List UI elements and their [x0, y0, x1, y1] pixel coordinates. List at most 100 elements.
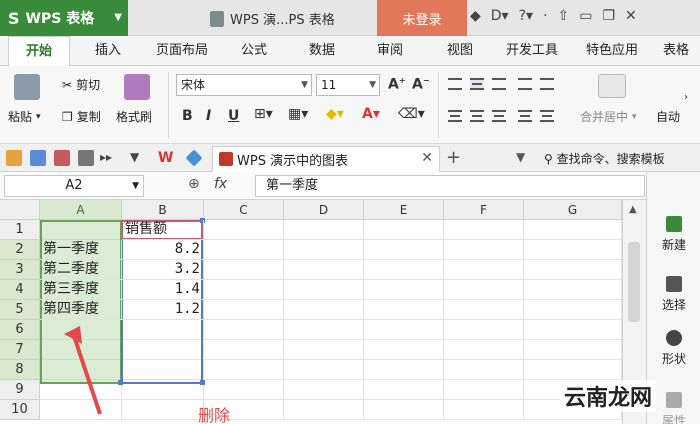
- grid-cell[interactable]: [284, 260, 364, 280]
- column-header[interactable]: D: [284, 200, 364, 220]
- grid-cell[interactable]: [444, 340, 524, 360]
- align-left-icon[interactable]: [448, 110, 462, 122]
- formula-input[interactable]: 第一季度: [255, 175, 645, 197]
- tab-formula[interactable]: 公式: [228, 36, 280, 66]
- wps-w-icon[interactable]: W: [158, 150, 174, 166]
- cell-a5[interactable]: 第四季度: [40, 300, 122, 320]
- grid-cell[interactable]: [284, 300, 364, 320]
- column-header[interactable]: F: [444, 200, 524, 220]
- grid-cell[interactable]: [524, 260, 622, 280]
- skin-icon[interactable]: ◆: [470, 8, 481, 24]
- cell-b1[interactable]: 销售额: [122, 220, 204, 240]
- row-header[interactable]: 6: [0, 320, 40, 340]
- new-tab-icon[interactable]: +: [446, 147, 461, 168]
- tab-menu-icon[interactable]: ▼: [516, 150, 525, 164]
- align-right-icon[interactable]: [492, 110, 506, 122]
- row-header[interactable]: 5: [0, 300, 40, 320]
- cell-b5[interactable]: 1.2: [122, 300, 204, 320]
- side-select-button[interactable]: 选择: [647, 276, 700, 313]
- row-header[interactable]: 2: [0, 240, 40, 260]
- row-header[interactable]: 3: [0, 260, 40, 280]
- grid-cell[interactable]: [284, 280, 364, 300]
- grid-cell[interactable]: [524, 360, 622, 380]
- column-header[interactable]: E: [364, 200, 444, 220]
- minimize-icon[interactable]: ▭: [579, 8, 592, 24]
- more-icon[interactable]: ▸▸: [100, 150, 116, 166]
- font-color-icon[interactable]: A▾: [362, 106, 380, 122]
- corner-select-all[interactable]: [0, 200, 40, 220]
- grid-cell[interactable]: [524, 280, 622, 300]
- scroll-up-icon[interactable]: ▲: [629, 204, 637, 215]
- clear-format-icon[interactable]: ⌫▾: [398, 106, 425, 122]
- increase-font-icon[interactable]: A+: [388, 76, 406, 93]
- auto-wrap-button[interactable]: 自动: [656, 108, 680, 125]
- close-icon[interactable]: ✕: [625, 8, 637, 24]
- grid-cell[interactable]: [204, 300, 284, 320]
- grid-cell[interactable]: [524, 300, 622, 320]
- side-new-button[interactable]: 新建: [647, 216, 700, 253]
- merge-center-button[interactable]: 合并居中 ▾: [580, 108, 637, 125]
- document-tab[interactable]: WPS 演示中的图表 ✕: [212, 146, 440, 172]
- grid-cell[interactable]: [284, 340, 364, 360]
- grid-cell[interactable]: [284, 380, 364, 400]
- distribute-icon[interactable]: [540, 110, 554, 122]
- cut-button[interactable]: ✂ 剪切: [62, 76, 100, 93]
- name-box[interactable]: A2 ▼: [4, 175, 144, 197]
- close-icon[interactable]: ✕: [421, 150, 433, 166]
- tab-page-layout[interactable]: 页面布局: [144, 36, 220, 66]
- justify-icon[interactable]: [518, 110, 532, 122]
- bold-icon[interactable]: B: [182, 108, 193, 124]
- cube-icon[interactable]: [185, 149, 203, 167]
- row-header[interactable]: 8: [0, 360, 40, 380]
- paste-button[interactable]: 粘贴 ▾: [8, 108, 41, 125]
- font-size-select[interactable]: 11 ▼: [316, 74, 380, 96]
- grid-cell[interactable]: [284, 360, 364, 380]
- align-top-icon[interactable]: [448, 78, 462, 90]
- open-folder-icon[interactable]: [6, 150, 22, 166]
- fill-handle[interactable]: [118, 380, 123, 385]
- grid-cell[interactable]: [204, 380, 284, 400]
- row-header[interactable]: 1: [0, 220, 40, 240]
- grid-cell[interactable]: [444, 320, 524, 340]
- grid-cell[interactable]: [524, 220, 622, 240]
- grid-cell[interactable]: [524, 240, 622, 260]
- upload-icon[interactable]: ⇧: [558, 8, 570, 24]
- zoom-icon[interactable]: ⊕: [188, 176, 200, 192]
- decrease-font-icon[interactable]: A−: [412, 76, 430, 93]
- cell-a3[interactable]: 第二季度: [40, 260, 122, 280]
- row-header[interactable]: 10: [0, 400, 40, 420]
- grid-cell[interactable]: [204, 360, 284, 380]
- grid-cell[interactable]: [364, 280, 444, 300]
- column-header[interactable]: C: [204, 200, 284, 220]
- search-command[interactable]: ⚲ 查找命令、搜索模板: [544, 150, 665, 167]
- fill-color-icon[interactable]: ◆▾: [326, 106, 344, 122]
- grid-cell[interactable]: [204, 220, 284, 240]
- grid-cell[interactable]: [284, 220, 364, 240]
- row-header[interactable]: 9: [0, 380, 40, 400]
- tab-table[interactable]: 表格: [652, 36, 700, 66]
- ribbon-scroll-right-icon[interactable]: ›: [684, 92, 688, 103]
- indent-decrease-icon[interactable]: [518, 78, 532, 90]
- grid-cell[interactable]: [204, 320, 284, 340]
- grid-cell[interactable]: [444, 280, 524, 300]
- grid-cell[interactable]: [364, 240, 444, 260]
- tab-developer[interactable]: 开发工具: [496, 36, 568, 66]
- row-header[interactable]: 4: [0, 280, 40, 300]
- copy-button[interactable]: ❐ 复制: [62, 108, 101, 125]
- grid-cell[interactable]: [204, 340, 284, 360]
- grid-cell[interactable]: [444, 220, 524, 240]
- grid-cell[interactable]: [444, 260, 524, 280]
- align-middle-icon[interactable]: [470, 78, 484, 90]
- grid-cell[interactable]: [122, 400, 204, 420]
- fx-button[interactable]: fx: [214, 176, 227, 192]
- tab-data[interactable]: 数据: [296, 36, 348, 66]
- grid-cell[interactable]: [204, 280, 284, 300]
- grid-cell[interactable]: [204, 240, 284, 260]
- grid-cell[interactable]: [284, 400, 364, 420]
- app-menu-button[interactable]: S WPS 表格 ▼: [0, 0, 128, 36]
- tab-review[interactable]: 审阅: [364, 36, 416, 66]
- grid-cell[interactable]: [364, 220, 444, 240]
- cell-b4[interactable]: 1.4: [122, 280, 204, 300]
- column-header[interactable]: B: [122, 200, 204, 220]
- grid-cell[interactable]: [284, 320, 364, 340]
